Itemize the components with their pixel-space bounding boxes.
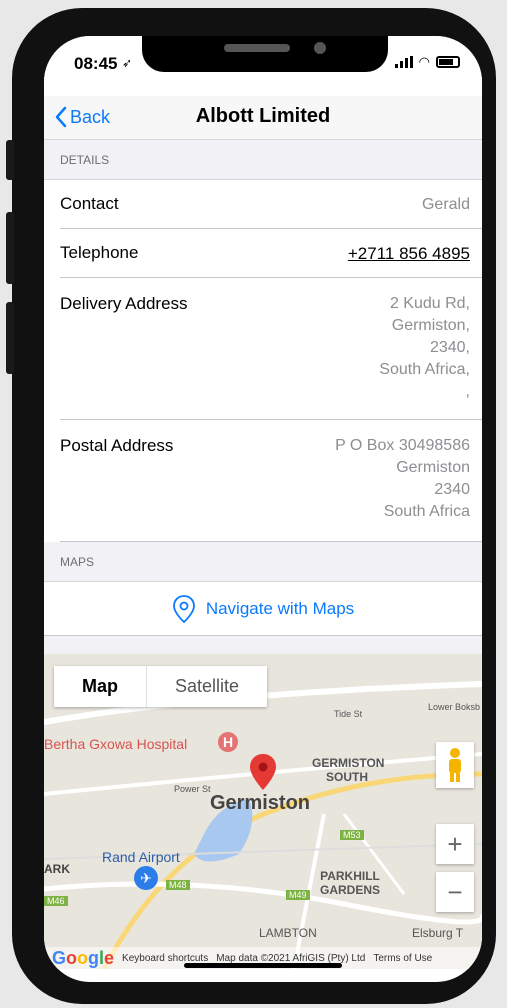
mute-switch (6, 140, 14, 180)
status-icons: ◠ (394, 54, 460, 70)
m48-shield: M48 (166, 880, 190, 890)
section-header-details: DETAILS (44, 140, 482, 180)
m53-shield: M53 (340, 830, 364, 840)
delivery-line: South Africa, (379, 361, 470, 378)
tide-st-label: Tide St (334, 709, 363, 719)
lambton-label: LAMBTON (259, 926, 317, 940)
volume-up-button (6, 212, 14, 284)
section-header-maps: MAPS (44, 542, 482, 582)
parkhill-gardens-label: PARKHILL GARDENS (319, 869, 380, 897)
hospital-icon: H (218, 732, 238, 752)
lower-boksburg-label: Lower Boksb (428, 702, 481, 712)
location-arrow-icon: ➶ (122, 56, 133, 70)
contact-label: Contact (60, 194, 119, 213)
m46-shield: M46 (44, 896, 68, 906)
details-list: DETAILS Contact Gerald Telephone +2711 8… (44, 140, 482, 969)
map-view[interactable]: Map Satellite Bertha Gxowa Hospital H Ti… (44, 654, 482, 969)
power-st-label: Power St (174, 784, 211, 794)
telephone-label: Telephone (60, 243, 139, 262)
navigation-bar: Back Albott Limited (44, 96, 482, 140)
location-pin-icon (250, 754, 276, 790)
postal-line: South Africa (383, 503, 470, 520)
terms-of-use-link[interactable]: Terms of Use (373, 953, 432, 964)
telephone-row: Telephone +2711 856 4895 (60, 229, 482, 278)
home-indicator[interactable] (184, 963, 342, 968)
contact-value: Gerald (421, 196, 470, 213)
navigate-with-maps-button[interactable]: Navigate with Maps (44, 582, 482, 636)
signal-icon (394, 56, 413, 68)
status-time: 08:45 (74, 54, 118, 73)
google-logo: Google (52, 947, 115, 968)
navigate-label: Navigate with Maps (205, 598, 355, 618)
postal-address-row: Postal Address P O Box 30498586 Germisto… (60, 420, 482, 542)
telephone-link[interactable]: +2711 856 4895 (348, 244, 470, 263)
postal-line: Germiston (396, 459, 470, 476)
page-title: Albott Limited (195, 105, 331, 127)
map-data-attribution: Map data ©2021 AfriGIS (Pty) Ltd (216, 952, 366, 964)
elsburg-label: Elsburg T (412, 926, 464, 940)
screen: 08:45 ➶ ◠ Back Albott Limited DETAILS Co… (44, 36, 482, 982)
hospital-label: Bertha Gxowa Hospital (44, 736, 188, 752)
postal-line: 2340 (434, 481, 470, 498)
m49-shield: M49 (286, 890, 310, 900)
notch (142, 36, 388, 72)
tab-map[interactable]: Map (54, 666, 147, 707)
ark-label: ARK (44, 862, 70, 876)
front-camera (314, 42, 326, 54)
postal-address-label: Postal Address (60, 436, 174, 455)
speaker (224, 44, 290, 52)
maps-spacer (44, 636, 482, 654)
wifi-icon: ◠ (418, 54, 430, 69)
pegman-icon (449, 748, 461, 782)
tab-satellite[interactable]: Satellite (147, 666, 267, 707)
delivery-line: 2340, (429, 339, 470, 356)
delivery-address-row: Delivery Address 2 Kudu Rd, Germiston, 2… (60, 278, 482, 420)
map-type-tabs: Map Satellite (54, 666, 268, 707)
contact-row: Contact Gerald (60, 180, 482, 229)
zoom-in-button[interactable]: + (436, 824, 474, 864)
street-view-button[interactable] (436, 742, 474, 788)
airport-icon: ✈ (134, 866, 158, 890)
map-pin-icon (172, 594, 195, 623)
germiston-south-label: GERMISTON SOUTH (312, 756, 385, 784)
delivery-address-label: Delivery Address (60, 294, 188, 313)
rand-airport-label: Rand Airport (102, 849, 180, 865)
germiston-label: Germiston (210, 792, 311, 814)
delivery-line: Germiston, (391, 317, 470, 334)
delivery-line: , (465, 383, 470, 400)
zoom-out-button[interactable]: − (436, 872, 474, 912)
keyboard-shortcuts-link[interactable]: Keyboard shortcuts (122, 953, 208, 964)
battery-icon (436, 56, 460, 68)
volume-down-button (6, 302, 14, 374)
